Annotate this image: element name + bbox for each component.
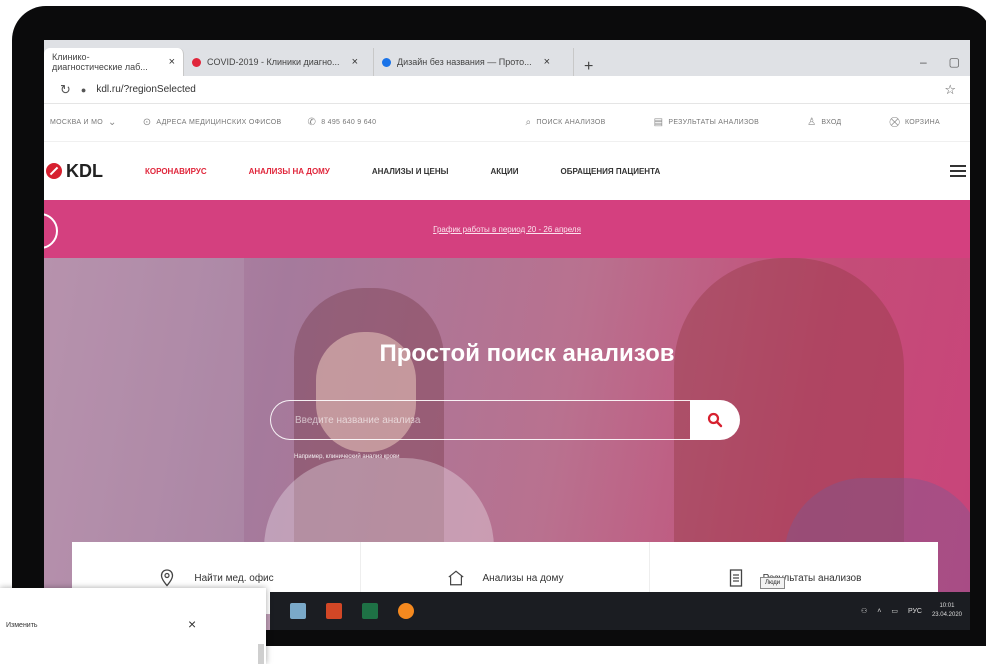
browser-tab-strip: Клинико-диагностические лаб... × COVID-2… <box>44 40 970 76</box>
logo-text: KDL <box>66 160 103 181</box>
tab-title: Клинико-диагностические лаб... <box>52 52 148 72</box>
hero-section: Простой поиск анализов Например, клиниче… <box>44 258 970 630</box>
reload-icon[interactable]: ↻ <box>60 82 71 98</box>
search-field-wrapper <box>270 400 690 440</box>
nav-tests-prices[interactable]: АНАЛИЗЫ И ЦЕНЫ <box>372 167 449 176</box>
chevron-up-icon[interactable]: ˄ <box>877 608 881 615</box>
announcement-banner: График работы в период 20 - 26 апреля <box>44 200 970 258</box>
results-label: Результаты анализов <box>668 119 760 126</box>
search-tests-link[interactable]: ⌕ Поиск анализов <box>526 117 606 128</box>
close-icon[interactable]: × <box>544 56 550 68</box>
login-link[interactable]: ♙ Вход <box>807 117 841 128</box>
search-button[interactable] <box>690 400 740 440</box>
window-controls: – ▢ <box>920 48 970 76</box>
location-pin-icon <box>158 569 176 587</box>
house-icon <box>447 569 465 587</box>
hero-title: Простой поиск анализов <box>379 340 675 367</box>
phone-icon: ✆ <box>307 117 317 128</box>
location-pin-icon: ⊙ <box>142 117 152 128</box>
bookmark-star-icon[interactable]: ☆ <box>944 82 956 98</box>
browser-tab-kdl[interactable]: Клинико-диагностические лаб... × <box>44 48 184 76</box>
favicon-icon <box>382 57 391 67</box>
browser-tab-design[interactable]: Дизайн без названия — Прото... × <box>374 48 574 76</box>
info-bar-right: ⌕ Поиск анализов ▤ Результаты анализов ♙… <box>526 117 971 128</box>
chevron-down-icon: ⌄ <box>108 117 117 128</box>
addresses-link[interactable]: ⊙ Адреса медицинских офисов <box>143 117 282 128</box>
cart-label: Корзина <box>904 119 940 126</box>
firefox-icon[interactable] <box>398 603 414 619</box>
tab-title: COVID-2019 - Клиники диагно... <box>207 57 340 67</box>
favicon-icon <box>192 57 201 67</box>
hamburger-menu-icon[interactable] <box>950 165 966 177</box>
maximize-icon[interactable]: ▢ <box>949 55 960 69</box>
user-icon: ♙ <box>807 117 817 128</box>
banner-circle-icon <box>44 213 58 249</box>
nav-patient-requests[interactable]: ОБРАЩЕНИЯ ПАЦИЕНТА <box>560 167 660 176</box>
quick-link-label: Найти мед. офис <box>194 572 274 584</box>
site-info-bar: Москва и МО ⌄ ⊙ Адреса медицинских офисо… <box>44 104 970 142</box>
close-icon[interactable]: × <box>352 56 358 68</box>
search-input[interactable] <box>293 413 667 427</box>
search-tests-label: Поиск анализов <box>536 119 606 126</box>
phone-link[interactable]: ✆ 8 495 640 9 640 <box>308 117 377 128</box>
phone-label: 8 495 640 9 640 <box>321 119 377 126</box>
region-selector[interactable]: Москва и МО ⌄ <box>50 117 117 128</box>
tab-title: Дизайн без названия — Прото... <box>397 57 532 67</box>
nav-promotions[interactable]: АКЦИИ <box>490 167 518 176</box>
people-icon[interactable]: ⚇ <box>861 607 867 615</box>
search-icon: ⌕ <box>525 117 532 128</box>
cart-icon: ⛒ <box>889 117 900 128</box>
login-label: Вход <box>821 119 842 126</box>
lang-indicator[interactable]: РУС <box>908 608 922 615</box>
banner-link[interactable]: График работы в период 20 - 26 апреля <box>433 225 581 234</box>
windows-taskbar: ⚇ ˄ ▭ РУС 10:01 23.04.2020 <box>270 592 970 630</box>
new-tab-button[interactable]: + <box>574 58 603 76</box>
addresses-label: Адреса медицинских офисов <box>156 119 282 126</box>
system-tray: ⚇ ˄ ▭ РУС 10:01 23.04.2020 <box>861 602 970 620</box>
document-icon: ▤ <box>653 117 664 128</box>
clock-date: 23.04.2020 <box>931 612 962 618</box>
region-label: Москва и МО <box>50 119 104 126</box>
url-field[interactable]: kdl.ru/?regionSelected <box>96 84 196 95</box>
site-navigation: KDL КОРОНАВИРУС АНАЛИЗЫ НА ДОМУ АНАЛИЗЫ … <box>44 142 970 200</box>
search-example-hint: Например, клинический анализ крови <box>294 454 400 460</box>
edit-popup-window: Изменить × <box>0 588 266 664</box>
search-icon <box>707 412 723 428</box>
kdl-logo[interactable]: KDL <box>46 161 103 182</box>
lock-icon[interactable]: ● <box>81 85 86 95</box>
network-icon[interactable]: ▭ <box>891 607 898 615</box>
file-explorer-icon[interactable] <box>290 603 306 619</box>
cart-link[interactable]: ⛒ Корзина <box>889 117 940 128</box>
close-icon[interactable]: × <box>188 616 196 632</box>
nav-home-tests[interactable]: АНАЛИЗЫ НА ДОМУ <box>249 167 330 176</box>
clock[interactable]: 10:01 23.04.2020 <box>932 602 962 620</box>
minimize-icon[interactable]: – <box>920 55 927 69</box>
excel-icon[interactable] <box>362 603 378 619</box>
browser-tab-covid[interactable]: COVID-2019 - Клиники диагно... × <box>184 48 374 76</box>
people-tooltip: Люди <box>760 577 786 589</box>
laptop-screen: Клинико-диагностические лаб... × COVID-2… <box>44 40 970 630</box>
results-link[interactable]: ▤ Результаты анализов <box>654 117 760 128</box>
popup-title: Изменить <box>6 622 38 629</box>
address-bar: ↻ ● kdl.ru/?regionSelected ☆ <box>44 76 970 104</box>
document-icon <box>727 569 745 587</box>
powerpoint-icon[interactable] <box>326 603 342 619</box>
clock-time: 10:01 <box>939 603 955 609</box>
close-icon[interactable]: × <box>169 56 175 68</box>
logo-mark-icon <box>46 163 62 179</box>
quick-link-label: Анализы на дому <box>482 572 564 584</box>
nav-coronavirus[interactable]: КОРОНАВИРУС <box>145 167 207 176</box>
popup-scrollbar[interactable] <box>258 644 264 664</box>
